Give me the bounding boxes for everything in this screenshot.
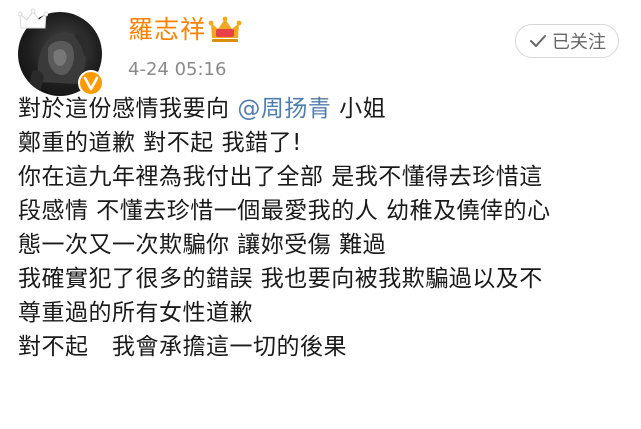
- post-line-5: 態一次又一次欺騙你 讓妳受傷 難過: [18, 232, 387, 258]
- post-line-3: 你在這九年裡為我付出了全部 是我不懂得去珍惜這: [18, 164, 543, 190]
- weibo-post: 羅志祥 4-24 05:16 已关注 對於這份感情我要向 @周扬青 小姐 鄭重的…: [0, 0, 641, 429]
- follow-button[interactable]: 已关注: [515, 24, 619, 58]
- post-line-7: 尊重過的所有女性道歉: [18, 300, 253, 326]
- post-content: 對於這份感情我要向 @周扬青 小姐 鄭重的道歉 對不起 我錯了! 你在這九年裡為…: [18, 92, 628, 364]
- username[interactable]: 羅志祥: [128, 14, 206, 46]
- post-text-segment: 對於這份感情我要向: [18, 96, 230, 122]
- post-line-8: 對不起 我會承擔這一切的後果: [18, 334, 347, 360]
- post-line-4: 段感情 不懂去珍惜一個最愛我的人 幼稚及僥倖的心: [18, 198, 551, 224]
- check-icon: [530, 35, 546, 47]
- mention-link[interactable]: @周扬青: [237, 96, 331, 122]
- post-timestamp: 4-24 05:16: [128, 59, 227, 80]
- post-line-6: 我確實犯了很多的錯誤 我也要向被我欺騙過以及不: [18, 266, 543, 292]
- post-text-segment: 小姐: [339, 96, 387, 122]
- follow-button-label: 已关注: [552, 32, 606, 53]
- vip-crown-icon[interactable]: [208, 14, 242, 44]
- post-line-1: 對於這份感情我要向 @周扬青 小姐: [18, 92, 628, 126]
- crown-icon: [17, 8, 49, 32]
- post-line-2: 鄭重的道歉 對不起 我錯了!: [18, 130, 302, 156]
- avatar-container[interactable]: [17, 8, 104, 96]
